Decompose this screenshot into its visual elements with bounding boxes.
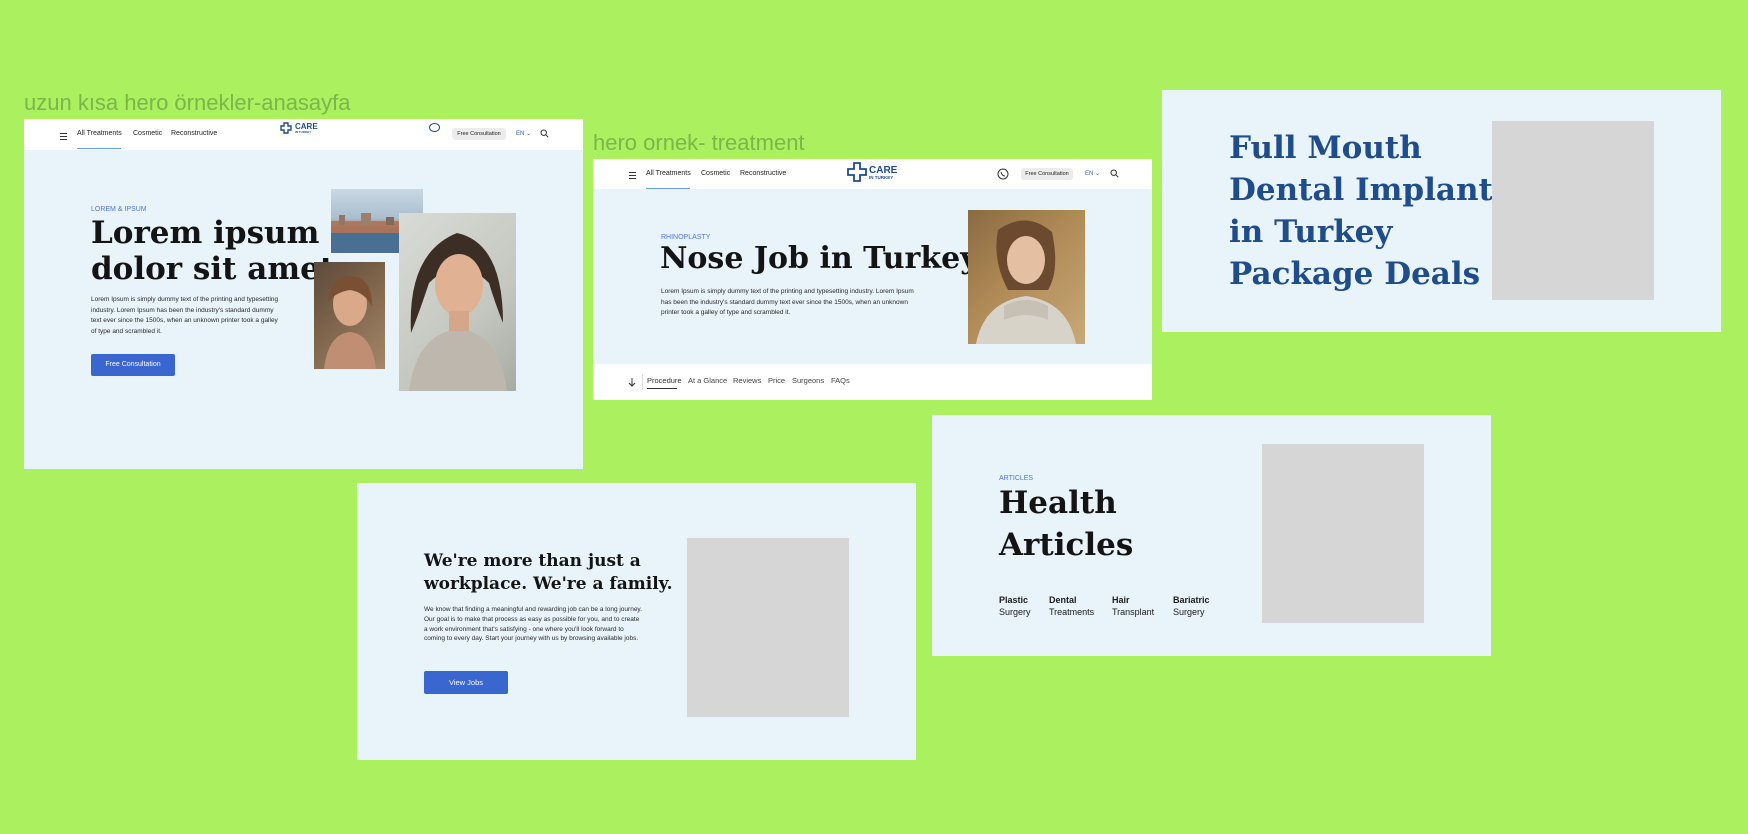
tab-at-a-glance[interactable]: At a Glance	[688, 376, 727, 385]
category-label-bottom: Surgery	[1173, 607, 1205, 617]
language-selector[interactable]: EN ⌄	[1085, 170, 1100, 177]
category-bariatric-surgery[interactable]: Bariatric Surgery	[1173, 594, 1210, 618]
nav-active-indicator	[646, 188, 690, 189]
tab-active-indicator	[647, 388, 677, 389]
category-label-top: Hair	[1112, 595, 1130, 605]
articles-eyebrow: ARTICLES	[999, 475, 1034, 482]
menu-icon[interactable]	[629, 172, 636, 181]
language-label: EN	[516, 131, 525, 137]
language-label: EN	[1085, 171, 1094, 177]
hero-eyebrow: LOREM & IPSUM	[91, 206, 147, 213]
dental-title: Full Mouth Dental Implants in Turkey Pac…	[1229, 127, 1510, 295]
dental-title-line3: in Turkey	[1229, 214, 1393, 250]
tab-surgeons[interactable]: Surgeons	[792, 376, 824, 385]
treatment-eyebrow: RHINOPLASTY	[661, 234, 711, 241]
category-plastic-surgery[interactable]: Plastic Surgery	[999, 594, 1031, 618]
menu-icon[interactable]	[60, 133, 67, 142]
woman-portrait-photo	[399, 213, 516, 391]
nav-reconstructive[interactable]: Reconstructive	[740, 170, 786, 177]
articles-title-line1: Health	[999, 485, 1117, 521]
whatsapp-icon[interactable]	[997, 168, 1009, 180]
tab-divider	[642, 374, 643, 390]
careers-hero-frame: We're more than just a workplace. We're …	[357, 483, 916, 760]
free-consultation-button[interactable]: Free Consultation	[452, 128, 506, 140]
whatsapp-icon[interactable]	[428, 122, 441, 133]
dental-title-line2: Dental Implants	[1229, 172, 1511, 208]
dental-title-line1: Full Mouth	[1229, 130, 1422, 166]
hero-title: Lorem ipsum dolor sit amet	[91, 215, 334, 287]
tab-reviews[interactable]: Reviews	[733, 376, 761, 385]
woman-breathing-photo	[968, 210, 1085, 344]
category-label-bottom: Surgery	[999, 607, 1031, 617]
view-jobs-button[interactable]: View Jobs	[424, 671, 508, 694]
logo-cross-icon	[280, 122, 292, 134]
category-hair-transplant[interactable]: Hair Transplant	[1112, 594, 1154, 618]
careers-title: We're more than just a workplace. We're …	[424, 550, 673, 596]
hero-description: Lorem Ipsum is simply dummy text of the …	[91, 296, 279, 335]
category-label-bottom: Transplant	[1112, 607, 1155, 617]
logo[interactable]: CARE IN TURKEY	[847, 162, 897, 184]
home-hero-frame: All Treatments Cosmetic Reconstructive C…	[24, 119, 583, 469]
nav-all-treatments[interactable]: All Treatments	[77, 130, 122, 137]
category-dental-treatments[interactable]: Dental Treatments	[1049, 594, 1094, 618]
nav-cosmetic[interactable]: Cosmetic	[133, 130, 162, 137]
chevron-down-icon: ⌄	[526, 131, 532, 137]
careers-title-line1: We're more than just a	[424, 551, 641, 571]
articles-title-line2: Articles	[999, 527, 1134, 563]
arrow-down-icon[interactable]	[628, 378, 636, 387]
tab-price[interactable]: Price	[768, 376, 785, 385]
search-icon[interactable]	[540, 129, 549, 138]
logo-cross-icon	[847, 162, 867, 182]
treatment-hero-frame: All Treatments Cosmetic Reconstructive C…	[593, 159, 1152, 400]
category-label-top: Dental	[1049, 595, 1077, 605]
frame-label-treatment: hero ornek- treatment	[593, 130, 805, 155]
free-consultation-cta[interactable]: Free Consultation	[91, 354, 175, 376]
chevron-down-icon: ⌄	[1095, 171, 1101, 177]
frame-label-home: uzun kısa hero örnekler-anasayfa	[24, 90, 351, 115]
treatment-title: Nose Job in Turkey	[660, 241, 978, 276]
articles-hero-frame: ARTICLES Health Articles Plastic Surgery…	[932, 415, 1491, 656]
category-label-bottom: Treatments	[1049, 607, 1095, 617]
category-label-top: Bariatric	[1173, 595, 1210, 605]
image-placeholder	[687, 538, 849, 717]
nav-all-treatments[interactable]: All Treatments	[646, 170, 691, 177]
tab-procedure[interactable]: Procedure	[647, 376, 682, 385]
logo-subtext: IN TURKEY	[869, 174, 894, 180]
tab-faqs[interactable]: FAQs	[831, 376, 850, 385]
logo[interactable]: CARE IN TURKEY	[279, 122, 318, 134]
hero-title-line2: dolor sit amet	[91, 251, 335, 287]
dental-hero-frame: Full Mouth Dental Implants in Turkey Pac…	[1162, 90, 1721, 332]
nav-reconstructive[interactable]: Reconstructive	[171, 130, 217, 137]
treatment-description: Lorem Ipsum is simply dummy text of the …	[661, 288, 914, 316]
top-nav: All Treatments Cosmetic Reconstructive C…	[24, 119, 583, 150]
nav-active-indicator	[77, 148, 121, 149]
careers-description: We know that finding a meaningful and re…	[424, 606, 643, 643]
hero-title-line1: Lorem ipsum	[91, 215, 320, 251]
smiling-woman-photo	[314, 262, 385, 369]
logo-subtext: IN TURKEY	[295, 129, 312, 134]
careers-title-line2: workplace. We're a family.	[424, 574, 673, 594]
language-selector[interactable]: EN ⌄	[516, 130, 531, 137]
free-consultation-button[interactable]: Free Consultation	[1021, 168, 1073, 180]
articles-title: Health Articles	[999, 482, 1133, 566]
search-icon[interactable]	[1110, 169, 1119, 178]
category-label-top: Plastic	[999, 595, 1029, 605]
nav-cosmetic[interactable]: Cosmetic	[701, 170, 730, 177]
treatment-tab-bar: Procedure At a Glance Reviews Price Surg…	[593, 364, 1152, 400]
image-placeholder	[1492, 121, 1654, 300]
dental-title-line4: Package Deals	[1229, 256, 1481, 292]
image-placeholder	[1262, 444, 1424, 623]
top-nav: All Treatments Cosmetic Reconstructive C…	[593, 159, 1152, 189]
